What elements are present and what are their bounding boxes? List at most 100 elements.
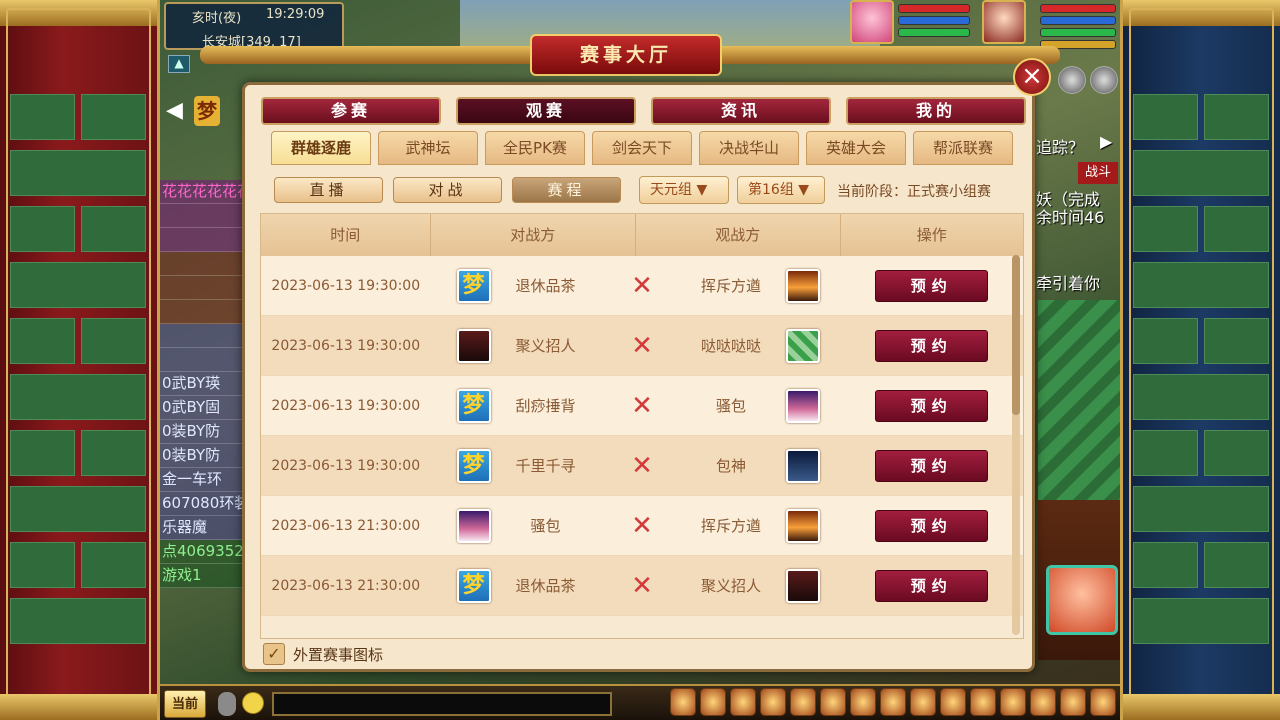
activity-icon[interactable] — [1000, 688, 1026, 716]
scrollbar-thumb[interactable] — [1012, 255, 1020, 415]
subtab-jianhui[interactable]: 剑会天下 — [592, 131, 692, 165]
team-a-name[interactable]: 刮痧捶背 — [491, 395, 601, 416]
chat-line: 金一车环 — [160, 468, 242, 492]
live-button[interactable]: 直播 — [274, 177, 383, 203]
chat-line: 点4069352 — [160, 540, 242, 564]
main-tabs: 参赛 观赛 资讯 我的 — [261, 97, 1026, 125]
guild-icon[interactable] — [850, 688, 876, 716]
team-a-emblem-icon: 梦 — [456, 388, 491, 423]
chat-line — [160, 276, 242, 300]
team-b-cell: 哒哒哒哒 — [636, 328, 840, 363]
subgroup-dropdown[interactable]: 第16组 ▼ — [737, 176, 825, 204]
chat-log[interactable]: 花花花花花花 0武BY瑛 0武BY固 0装BY防 0装BY防 金一车环 6070… — [160, 180, 242, 650]
table-header: 时间 对战方 观战方 操作 — [261, 214, 1023, 256]
team-a-name[interactable]: 骚包 — [491, 515, 601, 536]
system-icon[interactable] — [1090, 688, 1116, 716]
external-icon-checkbox[interactable]: ✓ — [263, 643, 285, 665]
subtab-hero-meet[interactable]: 英雄大会 — [806, 131, 906, 165]
team-a-cell: 梦刮痧捶背 — [431, 388, 636, 423]
external-icon-option[interactable]: ✓ 外置赛事图标 — [263, 643, 383, 665]
team-b-name[interactable]: 聚义招人 — [676, 575, 786, 596]
dream-logo-icon[interactable]: 梦 — [194, 96, 220, 126]
schedule-table: 时间 对战方 观战方 操作 2023-06-13 19:30:00 梦退休品茶 ✕ 挥… — [260, 213, 1024, 639]
tab-news[interactable]: 资讯 — [651, 97, 831, 125]
ranking-icon[interactable] — [1030, 688, 1056, 716]
tab-mine[interactable]: 我的 — [846, 97, 1026, 125]
team-b-name[interactable]: 哒哒哒哒 — [676, 335, 786, 356]
subtab-guild-league[interactable]: 帮派联赛 — [913, 131, 1013, 165]
gift-icon[interactable] — [730, 688, 756, 716]
team-b-name[interactable]: 骚包 — [676, 395, 786, 416]
crossed-swords-icon: ✕ — [631, 570, 653, 601]
team-b-name[interactable]: 挥斥方遒 — [676, 275, 786, 296]
tab-watch[interactable]: 观赛 — [456, 97, 636, 125]
schedule-button[interactable]: 赛程 — [512, 177, 621, 203]
team-b-name[interactable]: 包神 — [676, 455, 786, 476]
bag-icon[interactable] — [700, 688, 726, 716]
team-a-emblem-icon — [456, 328, 491, 363]
reserve-button[interactable]: 预约 — [875, 509, 989, 542]
team-a-cell: 梦退休品茶 — [431, 268, 636, 303]
action-cell: 预约 — [840, 449, 1023, 482]
chevron-left-icon[interactable]: ◀ — [166, 98, 183, 123]
team-icon[interactable] — [790, 688, 816, 716]
match-time: 2023-06-13 19:30:00 — [271, 337, 421, 354]
friends-icon[interactable] — [820, 688, 846, 716]
chat-line — [160, 300, 242, 324]
settings-gear-icon[interactable] — [1058, 66, 1086, 94]
chevron-right-icon[interactable]: ▶ — [1100, 132, 1112, 151]
shop-icon[interactable] — [910, 688, 936, 716]
microphone-icon[interactable] — [218, 692, 236, 716]
emoji-icon[interactable] — [242, 692, 264, 714]
action-cell: 预约 — [840, 329, 1023, 362]
chevron-down-icon: ▼ — [793, 182, 810, 198]
tab-join[interactable]: 参赛 — [261, 97, 441, 125]
minimap-toggle-icon[interactable]: ▲ — [168, 55, 190, 73]
subtab-quanmin-pk[interactable]: 全民PK赛 — [485, 131, 585, 165]
stage-label: 当前阶段： — [837, 184, 907, 200]
time-period: 亥时(夜) — [192, 11, 242, 26]
chat-input[interactable] — [272, 692, 612, 716]
reserve-button[interactable]: 预约 — [875, 569, 989, 602]
skill-icon[interactable] — [760, 688, 786, 716]
group-dropdown[interactable]: 天元组 ▼ — [639, 176, 729, 204]
quest-track-label[interactable]: 追踪？ — [1036, 134, 1084, 158]
match-time: 2023-06-13 19:30:00 — [271, 457, 421, 474]
battle-button[interactable]: 对战 — [393, 177, 502, 203]
external-icon-label: 外置赛事图标 — [293, 645, 384, 664]
reserve-button[interactable]: 预约 — [875, 449, 989, 482]
reserve-button[interactable]: 预约 — [875, 269, 989, 302]
system-gear-icon[interactable] — [1090, 66, 1118, 94]
team-a-emblem-icon: 梦 — [456, 268, 491, 303]
stage-value: 正式赛小组赛 — [907, 184, 991, 200]
subtab-wushentan[interactable]: 武神坛 — [378, 131, 478, 165]
col-time: 时间 — [261, 214, 431, 256]
team-a-name[interactable]: 退休品茶 — [491, 275, 601, 296]
chat-line: 乐器魔 — [160, 516, 242, 540]
mail-icon[interactable] — [880, 688, 906, 716]
reserve-button[interactable]: 预约 — [875, 329, 989, 362]
table-row: 2023-06-13 19:30:00 梦刮痧捶背 ✕ 骚包 预约 — [261, 376, 1023, 436]
team-a-name[interactable]: 退休品茶 — [491, 575, 601, 596]
quest-icon[interactable] — [970, 688, 996, 716]
match-time: 2023-06-13 19:30:00 — [271, 397, 421, 414]
map-icon[interactable] — [940, 688, 966, 716]
face-icon[interactable] — [1060, 688, 1086, 716]
reserve-button[interactable]: 预约 — [875, 389, 989, 422]
team-b-emblem-icon — [786, 448, 821, 483]
team-a-name[interactable]: 千里千寻 — [491, 455, 601, 476]
team-b-name[interactable]: 挥斥方遒 — [676, 515, 786, 536]
match-time: 2023-06-13 21:30:00 — [271, 577, 421, 594]
close-button[interactable]: × — [1013, 58, 1051, 96]
team-b-emblem-icon — [786, 268, 821, 303]
crossed-swords-icon: ✕ — [631, 390, 653, 421]
panel-cap-bottom — [0, 694, 157, 720]
subtab-huashan[interactable]: 决战华山 — [699, 131, 799, 165]
chat-line — [160, 348, 242, 372]
chat-channel-button[interactable]: 当前 — [164, 690, 206, 718]
battle-badge[interactable]: 战斗 — [1078, 162, 1118, 184]
subtab-qunxiong[interactable]: 群雄逐鹿 — [271, 131, 371, 165]
npc-portrait[interactable] — [1046, 565, 1118, 635]
sword-icon[interactable] — [670, 688, 696, 716]
team-a-name[interactable]: 聚义招人 — [491, 335, 601, 356]
